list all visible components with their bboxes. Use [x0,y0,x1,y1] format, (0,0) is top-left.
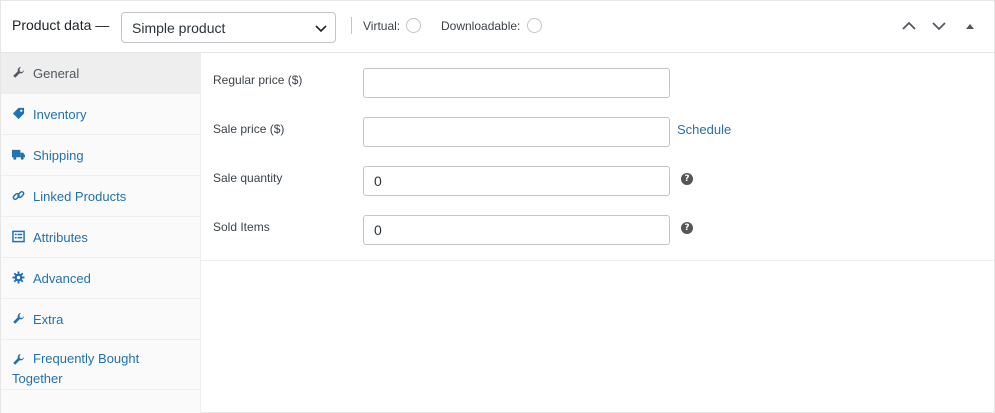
move-up-icon[interactable] [901,19,917,33]
tab-label: Advanced [33,271,91,286]
product-data-tabs: General Inventory Shipping Linked Produc… [1,53,201,413]
downloadable-label: Downloadable: [441,19,521,33]
tab-label: Attributes [33,230,88,245]
collapse-toggle-icon[interactable] [962,19,978,33]
help-tip-icon[interactable]: ? [681,173,693,185]
product-data-title: Product data — [12,17,110,33]
tab-label: Linked Products [33,189,127,204]
schedule-link[interactable]: Schedule [677,122,731,137]
tab-general[interactable]: General [1,53,200,94]
wrench-icon [13,312,25,324]
virtual-label: Virtual: [363,19,401,33]
downloadable-checkbox[interactable] [527,18,542,33]
wrench-icon [13,66,25,78]
tab-frequently-bought-together[interactable]: Frequently Bought Together [1,340,200,390]
move-down-icon[interactable] [931,19,947,33]
tag-icon [12,107,25,120]
regular-price-input[interactable] [363,68,670,98]
sale-quantity-input[interactable] [363,166,670,196]
virtual-checkbox[interactable] [406,18,421,33]
header-divider [351,17,352,34]
tab-label: Inventory [33,107,87,122]
sale-quantity-label: Sale quantity [213,171,283,185]
sold-items-label: Sold Items [213,220,270,234]
gear-icon [12,271,25,284]
product-type-value: Simple product [132,20,226,36]
tab-label: Extra [33,312,64,327]
tab-label: Frequently Bought Together [12,351,140,386]
link-icon [12,190,25,201]
product-data-header: Product data — Simple product Virtual: D… [1,1,994,53]
list-icon [12,230,25,243]
tab-inventory[interactable]: Inventory [1,94,200,135]
sale-price-input[interactable] [363,117,670,147]
truck-icon [12,149,25,160]
general-panel: Regular price ($) Sale price ($) Schedul… [201,53,994,261]
help-tip-icon[interactable]: ? [681,222,693,234]
product-type-select[interactable]: Simple product [121,12,336,43]
tab-label: General [33,66,80,81]
tab-extra[interactable]: Extra [1,299,200,340]
tab-label: Shipping [33,148,84,163]
sale-price-label: Sale price ($) [213,122,285,136]
tab-attributes[interactable]: Attributes [1,217,200,258]
product-data-panel: Product data — Simple product Virtual: D… [0,0,995,413]
sold-items-input[interactable] [363,215,670,245]
chevron-down-icon [315,25,327,33]
tab-linked-products[interactable]: Linked Products [1,176,200,217]
regular-price-label: Regular price ($) [213,73,303,87]
tab-advanced[interactable]: Advanced [1,258,200,299]
tab-shipping[interactable]: Shipping [1,135,200,176]
